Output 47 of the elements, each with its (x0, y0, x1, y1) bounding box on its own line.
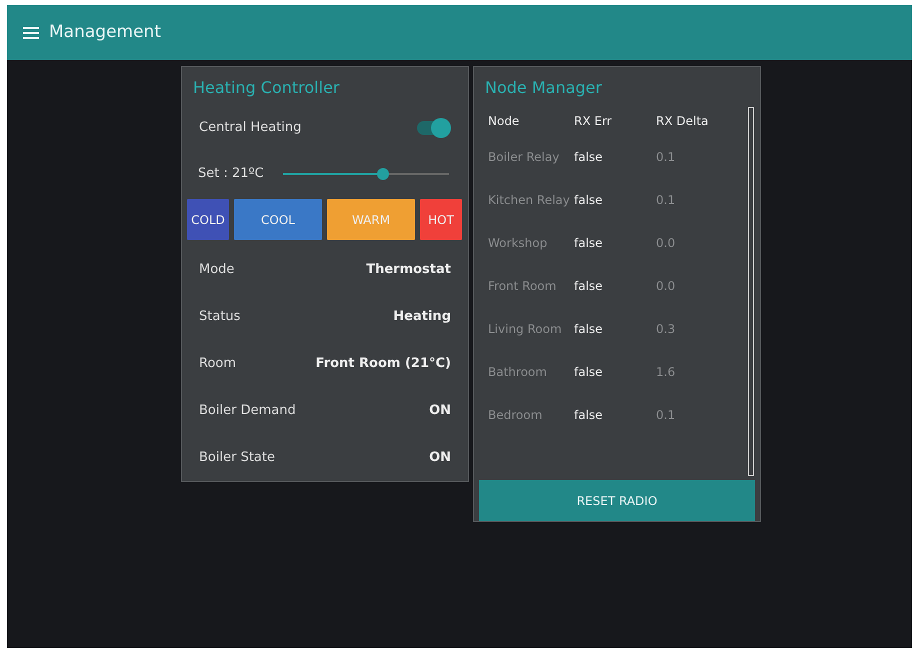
column-header: RX Delta (655, 112, 710, 130)
preset-button[interactable]: COOL (234, 199, 322, 240)
table-cell-text: Workshop (487, 235, 548, 252)
switch-label: Central Heating (199, 119, 302, 138)
slider-thumb[interactable] (376, 168, 389, 180)
table-cell-text: 0.1 (655, 192, 676, 209)
table-cell-text: false (573, 192, 604, 209)
column-header: RX Err (573, 112, 613, 130)
table-cell-text: 0.1 (655, 149, 676, 166)
preset-button[interactable]: HOT (420, 199, 462, 240)
table-cell-text: false (573, 407, 604, 424)
preset-button[interactable]: COLD (187, 199, 229, 240)
table-cell-text: Boiler Relay (487, 149, 560, 166)
table-cell-text: 1.6 (655, 364, 676, 381)
table-cell-text: 0.0 (655, 278, 676, 295)
card-title: Node Manager (484, 77, 603, 99)
field-label: Status (199, 308, 240, 326)
card-title: Heating Controller (192, 77, 340, 99)
field-label: Mode (199, 260, 234, 279)
table-cell-text: 0.3 (655, 321, 676, 338)
field-label: Room (199, 354, 236, 373)
table-cell-text: 0.1 (655, 407, 676, 424)
table-cell-text: Bathroom (487, 364, 548, 381)
reset-button[interactable]: RESET RADIO (479, 480, 755, 521)
field-label: Boiler State (199, 448, 275, 467)
field-label: Boiler Demand (199, 402, 296, 420)
table-cell-text: false (573, 235, 604, 252)
field-value: ON (429, 402, 451, 420)
field-value: Front Room (21°C) (316, 354, 451, 373)
menu-icon[interactable] (23, 26, 39, 38)
table-cell-text: Bedroom (487, 407, 544, 424)
table-cell-text: false (573, 364, 604, 381)
scrollbar[interactable] (748, 107, 754, 476)
field-value: Thermostat (366, 260, 451, 279)
app-title: Management (49, 20, 161, 44)
column-header: Node (487, 112, 520, 130)
table-cell-text: false (573, 278, 604, 295)
field-value: Heating (393, 308, 451, 326)
field-value: ON (429, 448, 451, 467)
toggle-switch[interactable] (417, 121, 449, 135)
table-cell-text: Kitchen Relay (487, 192, 571, 209)
table-cell-text: false (573, 321, 604, 338)
table-cell-text: false (573, 149, 604, 166)
table-cell-text: Front Room (487, 278, 558, 295)
table-cell-text: Living Room (487, 321, 563, 338)
setpoint-label: Set : 21ºC (198, 164, 264, 183)
table-cell-text: 0.0 (655, 235, 676, 252)
